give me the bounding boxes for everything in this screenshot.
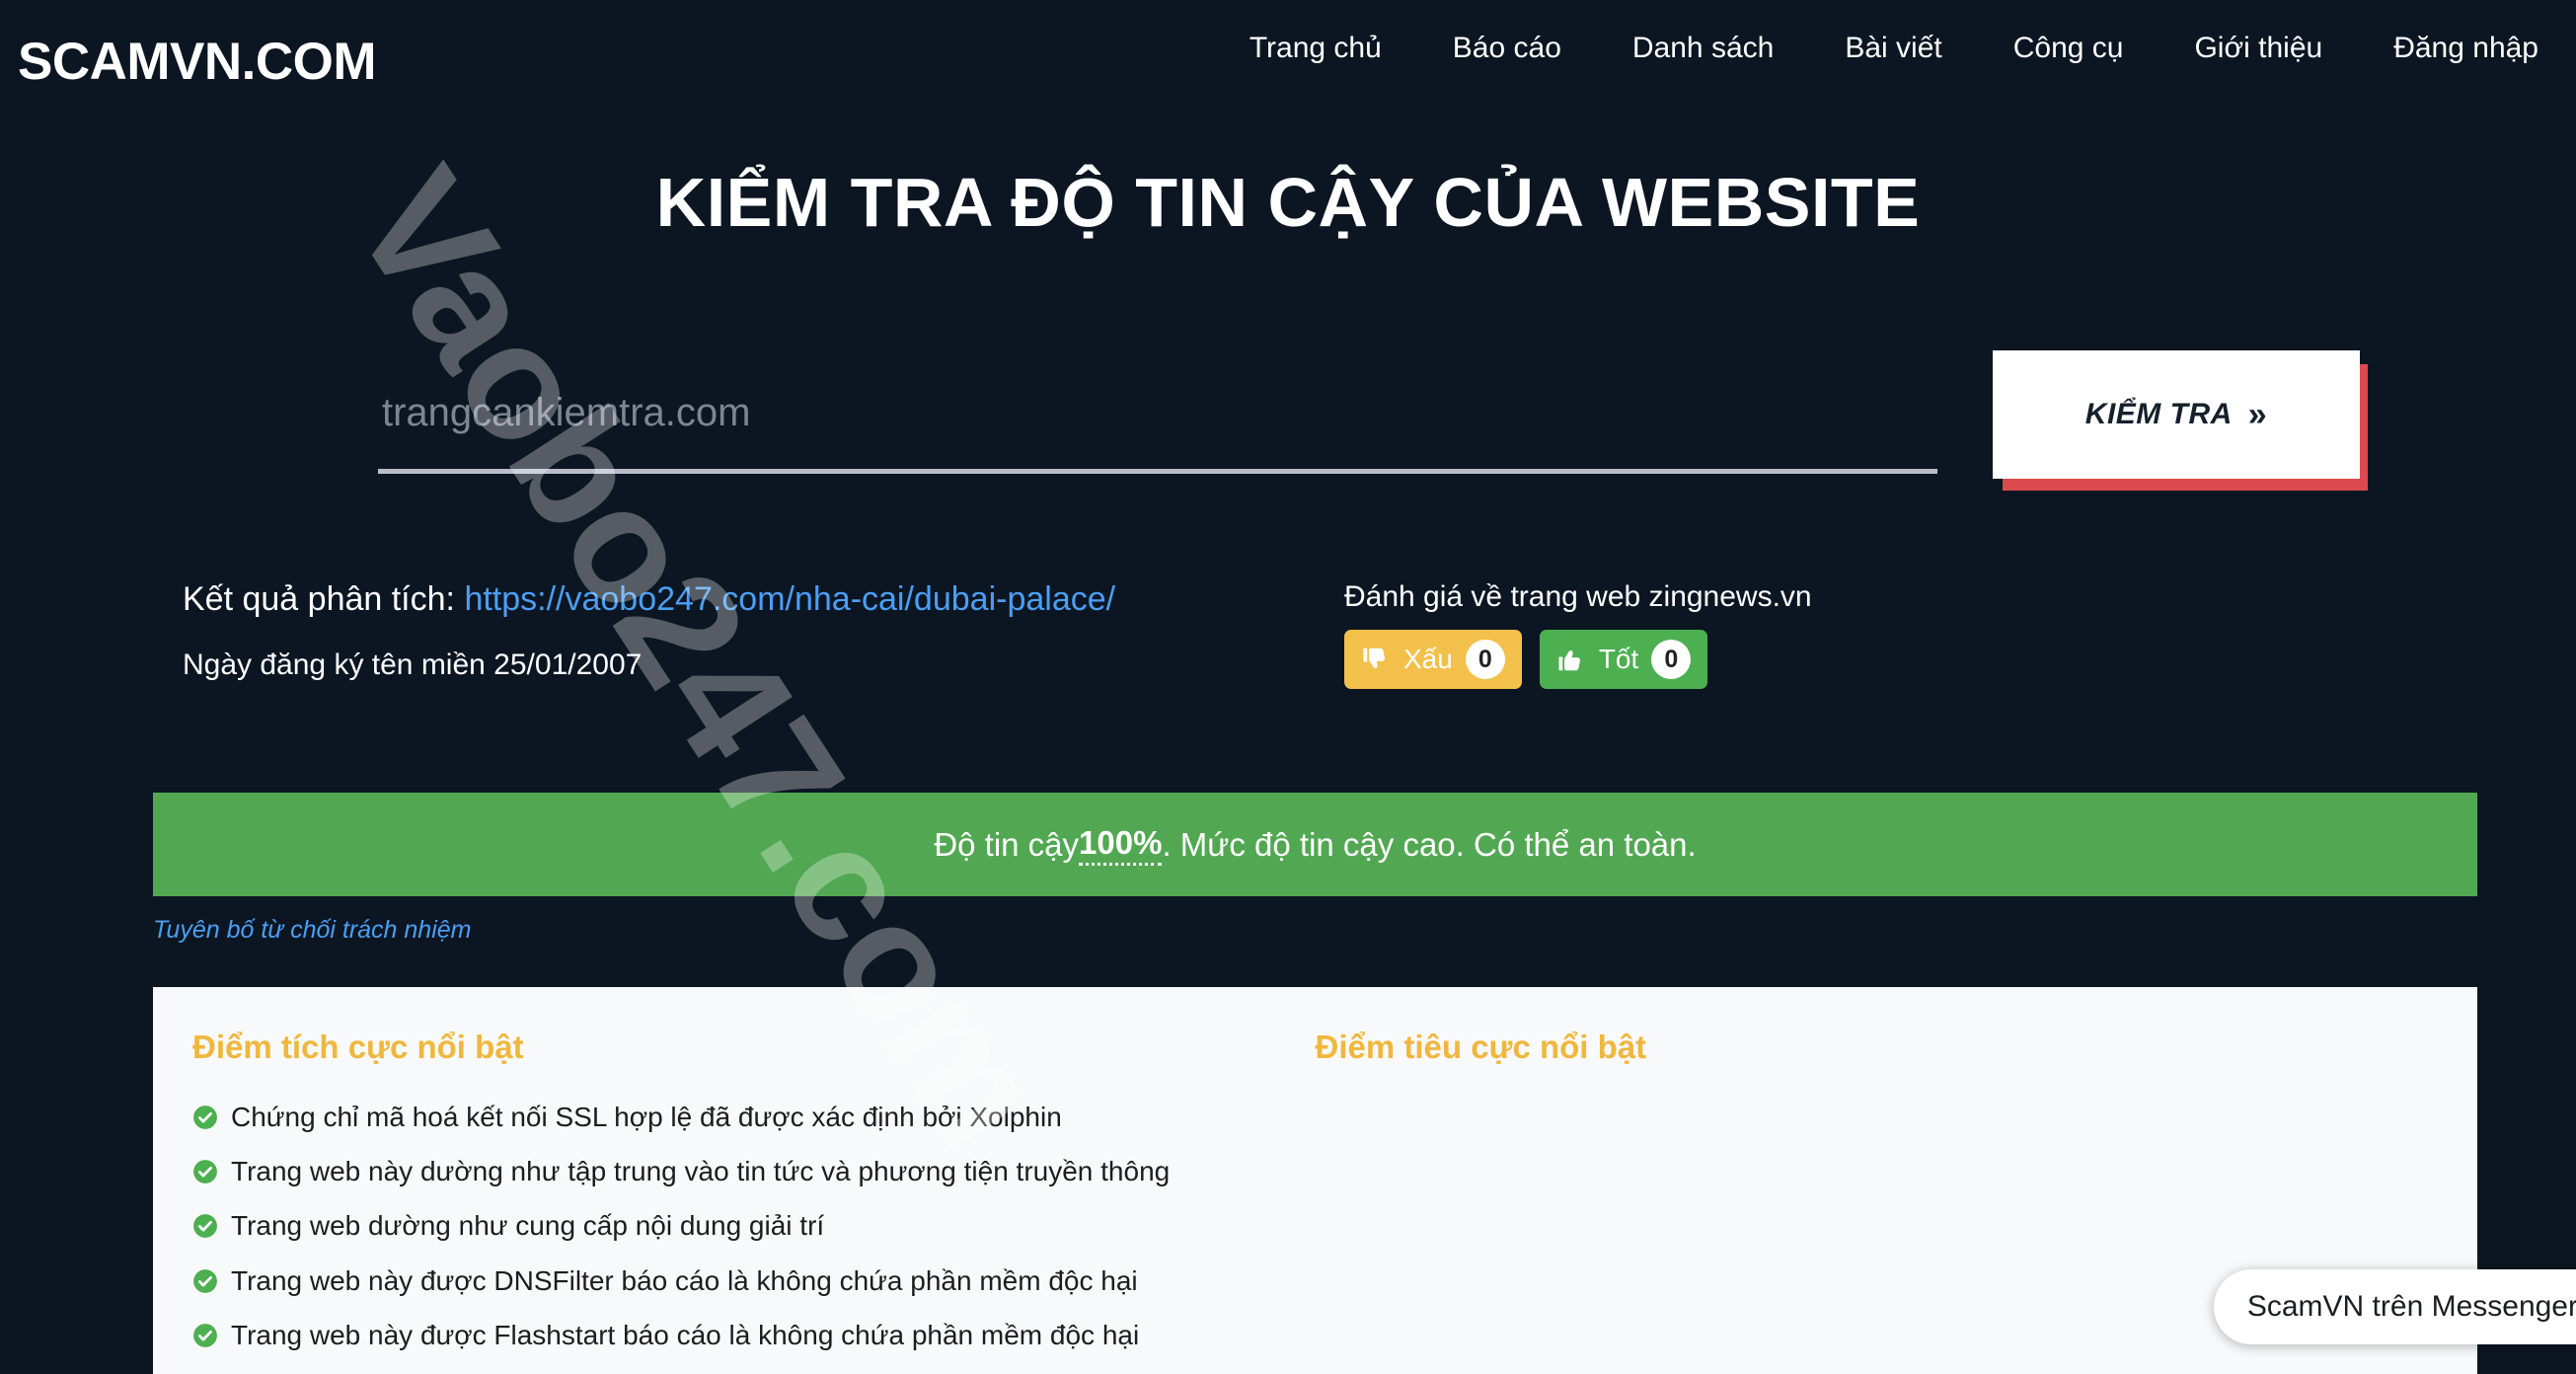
messenger-widget-label: ScamVN trên Messenger	[2246, 1290, 2576, 1323]
check-circle-icon	[192, 1265, 218, 1304]
nav-item-bao-cao[interactable]: Báo cáo	[1417, 26, 1597, 71]
list-item-text: Trang web dường như cung cấp nội dung gi…	[231, 1210, 825, 1242]
rate-good-count: 0	[1651, 640, 1692, 679]
check-circle-icon	[192, 1210, 218, 1249]
rate-good-label: Tốt	[1598, 644, 1639, 674]
site-header: SCAMVN.COM Trang chủ Báo cáo Danh sách B…	[0, 0, 2576, 111]
list-item: Trang web này dường như tập trung vào ti…	[192, 1152, 1316, 1194]
nav-item-cong-cu[interactable]: Công cụ	[1978, 26, 2159, 71]
list-item: Trang web này được DNSFilter báo cáo là …	[192, 1261, 1316, 1304]
check-circle-icon	[192, 1102, 218, 1140]
messenger-chat-widget[interactable]: ScamVN trên Messenger	[2213, 1269, 2576, 1344]
rate-bad-label: Xấu	[1403, 644, 1453, 674]
list-item: Trang web dường như cung cấp nội dung gi…	[192, 1206, 1316, 1249]
nav-item-dang-nhap[interactable]: Đăng nhập	[2358, 26, 2576, 71]
rate-good-button[interactable]: Tốt 0	[1539, 630, 1708, 689]
domain-registration-date: Ngày đăng ký tên miền 25/01/2007	[183, 648, 643, 681]
analysis-result-label: Kết quả phân tích:	[183, 580, 455, 618]
disclaimer-link[interactable]: Tuyên bố từ chối trách nhiệm	[153, 916, 472, 945]
trust-score-bar: Độ tin cậy 100%. Mức độ tin cậy cao. Có …	[153, 793, 2477, 896]
nav-item-danh-sach[interactable]: Danh sách	[1597, 26, 1809, 71]
analysis-result-line: Kết quả phân tích: https://vaobo247.com/…	[183, 577, 1327, 623]
rating-title: Đánh giá về trang web zingnews.vn	[1344, 580, 1812, 613]
trust-suffix: . Mức độ tin cậy cao. Có thể an toàn.	[1162, 825, 1697, 863]
highlights-columns: Điểm tích cực nổi bật Chứng chỉ mã hoá k…	[153, 987, 2477, 1370]
check-circle-icon	[192, 1320, 218, 1358]
check-button-label: KIỂM TRA	[2084, 398, 2233, 430]
analyzed-url-link[interactable]: https://vaobo247.com/nha-cai/dubai-palac…	[464, 580, 1115, 618]
double-chevron-right-icon: »	[2247, 396, 2268, 433]
negative-points-heading: Điểm tiêu cực nổi bật	[1315, 1029, 1647, 1065]
rating-buttons: Xấu 0 Tốt 0	[1344, 630, 1812, 689]
list-item-text: Trang web này được DNSFilter báo cáo là …	[231, 1264, 1138, 1296]
trust-percent-value: 100%	[1079, 824, 1163, 866]
rate-bad-count: 0	[1465, 640, 1505, 679]
positive-points-list: Chứng chỉ mã hoá kết nối SSL hợp lệ đã đ…	[192, 1098, 1316, 1358]
page-root: SCAMVN.COM Trang chủ Báo cáo Danh sách B…	[0, 0, 2576, 1374]
positive-points-column: Điểm tích cực nổi bật Chứng chỉ mã hoá k…	[192, 1029, 1316, 1370]
nav-item-gioi-thieu[interactable]: Giới thiệu	[2159, 26, 2358, 71]
positive-points-heading: Điểm tích cực nổi bật	[192, 1029, 524, 1065]
analysis-result-block: Kết quả phân tích: https://vaobo247.com/…	[183, 577, 1327, 682]
site-logo[interactable]: SCAMVN.COM	[18, 32, 377, 92]
main-navigation: Trang chủ Báo cáo Danh sách Bài viết Côn…	[1214, 26, 2576, 71]
list-item-text: Trang web này dường như tập trung vào ti…	[231, 1156, 1171, 1187]
list-item: Trang web này được Flashstart báo cáo là…	[192, 1316, 1316, 1358]
page-title: KIỂM TRA ĐỘ TIN CẬY CỦA WEBSITE	[655, 164, 1921, 241]
trust-prefix: Độ tin cậy	[934, 825, 1080, 863]
check-button[interactable]: KIỂM TRA »	[1993, 350, 2360, 479]
check-button-wrapper: KIỂM TRA »	[1993, 350, 2368, 491]
thumbs-up-icon	[1556, 645, 1586, 674]
nav-item-trang-chu[interactable]: Trang chủ	[1214, 26, 1417, 71]
rate-bad-button[interactable]: Xấu 0	[1344, 630, 1522, 689]
rating-block: Đánh giá về trang web zingnews.vn Xấu 0 …	[1344, 580, 1812, 689]
highlights-card: Điểm tích cực nổi bật Chứng chỉ mã hoá k…	[153, 987, 2477, 1374]
nav-item-bai-viet[interactable]: Bài viết	[1809, 26, 1977, 71]
check-circle-icon	[192, 1156, 218, 1194]
url-search-input[interactable]	[378, 370, 1937, 474]
list-item-text: Chứng chỉ mã hoá kết nối SSL hợp lệ đã đ…	[231, 1102, 1062, 1132]
list-item-text: Trang web này được Flashstart báo cáo là…	[231, 1319, 1140, 1350]
list-item: Chứng chỉ mã hoá kết nối SSL hợp lệ đã đ…	[192, 1098, 1316, 1140]
thumbs-down-icon	[1361, 645, 1391, 674]
